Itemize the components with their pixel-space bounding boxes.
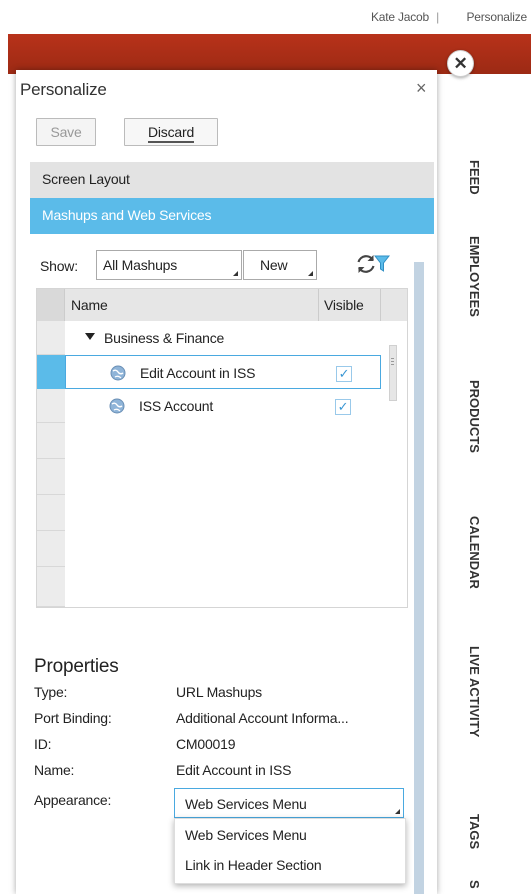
gutter-cell xyxy=(37,423,65,459)
row-label: Edit Account in ISS xyxy=(140,365,256,381)
mashups-table: Name Visible Business & Finance Edit Acc… xyxy=(36,288,408,608)
appearance-option-web-services-menu[interactable]: Web Services Menu xyxy=(185,827,307,843)
type-value: URL Mashups xyxy=(176,684,262,700)
gutter-cell xyxy=(37,459,65,495)
properties-title: Properties xyxy=(34,656,119,677)
side-tabs: FEED EMPLOYEES PRODUCTS CALENDAR LIVE AC… xyxy=(452,150,531,894)
appearance-select[interactable]: Web Services Menu xyxy=(174,788,404,818)
appearance-dropdown: Web Services Menu Link in Header Section xyxy=(174,818,406,884)
personalize-panel: Personalize × Save Discard Screen Layout… xyxy=(16,70,437,894)
table-header-gutter xyxy=(37,289,65,321)
globe-icon xyxy=(110,365,126,381)
new-button[interactable]: New xyxy=(243,250,317,280)
table-row[interactable]: ISS Account ✓ xyxy=(65,389,381,423)
appearance-label: Appearance: xyxy=(34,792,112,808)
visible-checkbox[interactable]: ✓ xyxy=(335,399,351,415)
filter-icon[interactable] xyxy=(374,254,390,274)
discard-button-label: Discard xyxy=(147,124,194,143)
visible-checkbox[interactable]: ✓ xyxy=(336,366,352,382)
group-row-business-finance[interactable]: Business & Finance xyxy=(65,321,381,355)
side-tab-feed[interactable]: FEED xyxy=(452,160,482,195)
scroll-grip xyxy=(391,364,394,365)
appearance-option-link-in-header[interactable]: Link in Header Section xyxy=(185,857,322,873)
row-label: ISS Account xyxy=(139,398,214,414)
dropdown-corner-icon xyxy=(233,271,238,276)
table-scrollbar-thumb[interactable] xyxy=(389,345,397,401)
personalize-link[interactable]: Personalize xyxy=(466,10,527,24)
gutter-cell xyxy=(37,495,65,531)
gutter-cell xyxy=(37,531,65,567)
side-tab-s[interactable]: S xyxy=(452,880,482,889)
table-header: Name Visible xyxy=(37,289,407,321)
user-name-link[interactable]: Kate Jacob xyxy=(371,10,429,24)
column-divider xyxy=(318,289,319,321)
user-bar-separator: | xyxy=(436,10,439,24)
table-row[interactable]: Edit Account in ISS ✓ xyxy=(65,355,381,389)
show-select[interactable]: All Mashups xyxy=(96,250,242,280)
gutter-cell xyxy=(37,567,65,607)
user-bar: Kate Jacob | Personalize xyxy=(0,0,531,34)
side-tab-products[interactable]: PRODUCTS xyxy=(452,380,482,453)
new-button-label: New xyxy=(260,257,288,273)
gutter-cell xyxy=(37,389,65,423)
scroll-grip xyxy=(391,358,394,359)
close-overlay-button[interactable]: ✕ xyxy=(447,50,474,77)
dropdown-corner-icon xyxy=(308,271,313,276)
show-label: Show: xyxy=(40,258,78,274)
id-label: ID: xyxy=(34,736,52,752)
column-header-visible[interactable]: Visible xyxy=(324,297,364,313)
section-mashups[interactable]: Mashups and Web Services xyxy=(30,198,434,234)
scroll-grip xyxy=(391,361,394,362)
caret-down-icon[interactable] xyxy=(85,333,95,340)
port-binding-label: Port Binding: xyxy=(34,710,112,726)
gutter-cell xyxy=(37,321,65,355)
globe-icon xyxy=(109,398,125,414)
section-screen-layout[interactable]: Screen Layout xyxy=(30,162,434,198)
type-label: Type: xyxy=(34,684,68,700)
appearance-select-value: Web Services Menu xyxy=(185,796,307,812)
save-button[interactable]: Save xyxy=(36,118,96,146)
column-divider xyxy=(380,289,381,321)
port-binding-value: Additional Account Informa... xyxy=(176,710,349,726)
name-label: Name: xyxy=(34,762,75,778)
side-tab-calendar[interactable]: CALENDAR xyxy=(452,516,482,589)
id-value: CM00019 xyxy=(176,736,236,752)
panel-title: Personalize xyxy=(20,80,107,99)
selected-row-indicator xyxy=(37,355,65,389)
group-label: Business & Finance xyxy=(104,330,225,346)
side-tab-tags[interactable]: TAGS xyxy=(452,814,482,849)
side-tab-employees[interactable]: EMPLOYEES xyxy=(452,236,482,317)
dropdown-corner-icon xyxy=(395,809,400,814)
side-tab-live-activity[interactable]: LIVE ACTIVITY xyxy=(452,646,482,737)
close-icon: ✕ xyxy=(453,54,468,73)
name-value: Edit Account in ISS xyxy=(176,762,292,778)
discard-button[interactable]: Discard xyxy=(124,118,218,146)
panel-scrollbar[interactable] xyxy=(414,262,424,894)
column-header-name[interactable]: Name xyxy=(71,297,108,313)
panel-close-button[interactable]: × xyxy=(416,78,427,99)
show-select-value: All Mashups xyxy=(103,257,178,273)
